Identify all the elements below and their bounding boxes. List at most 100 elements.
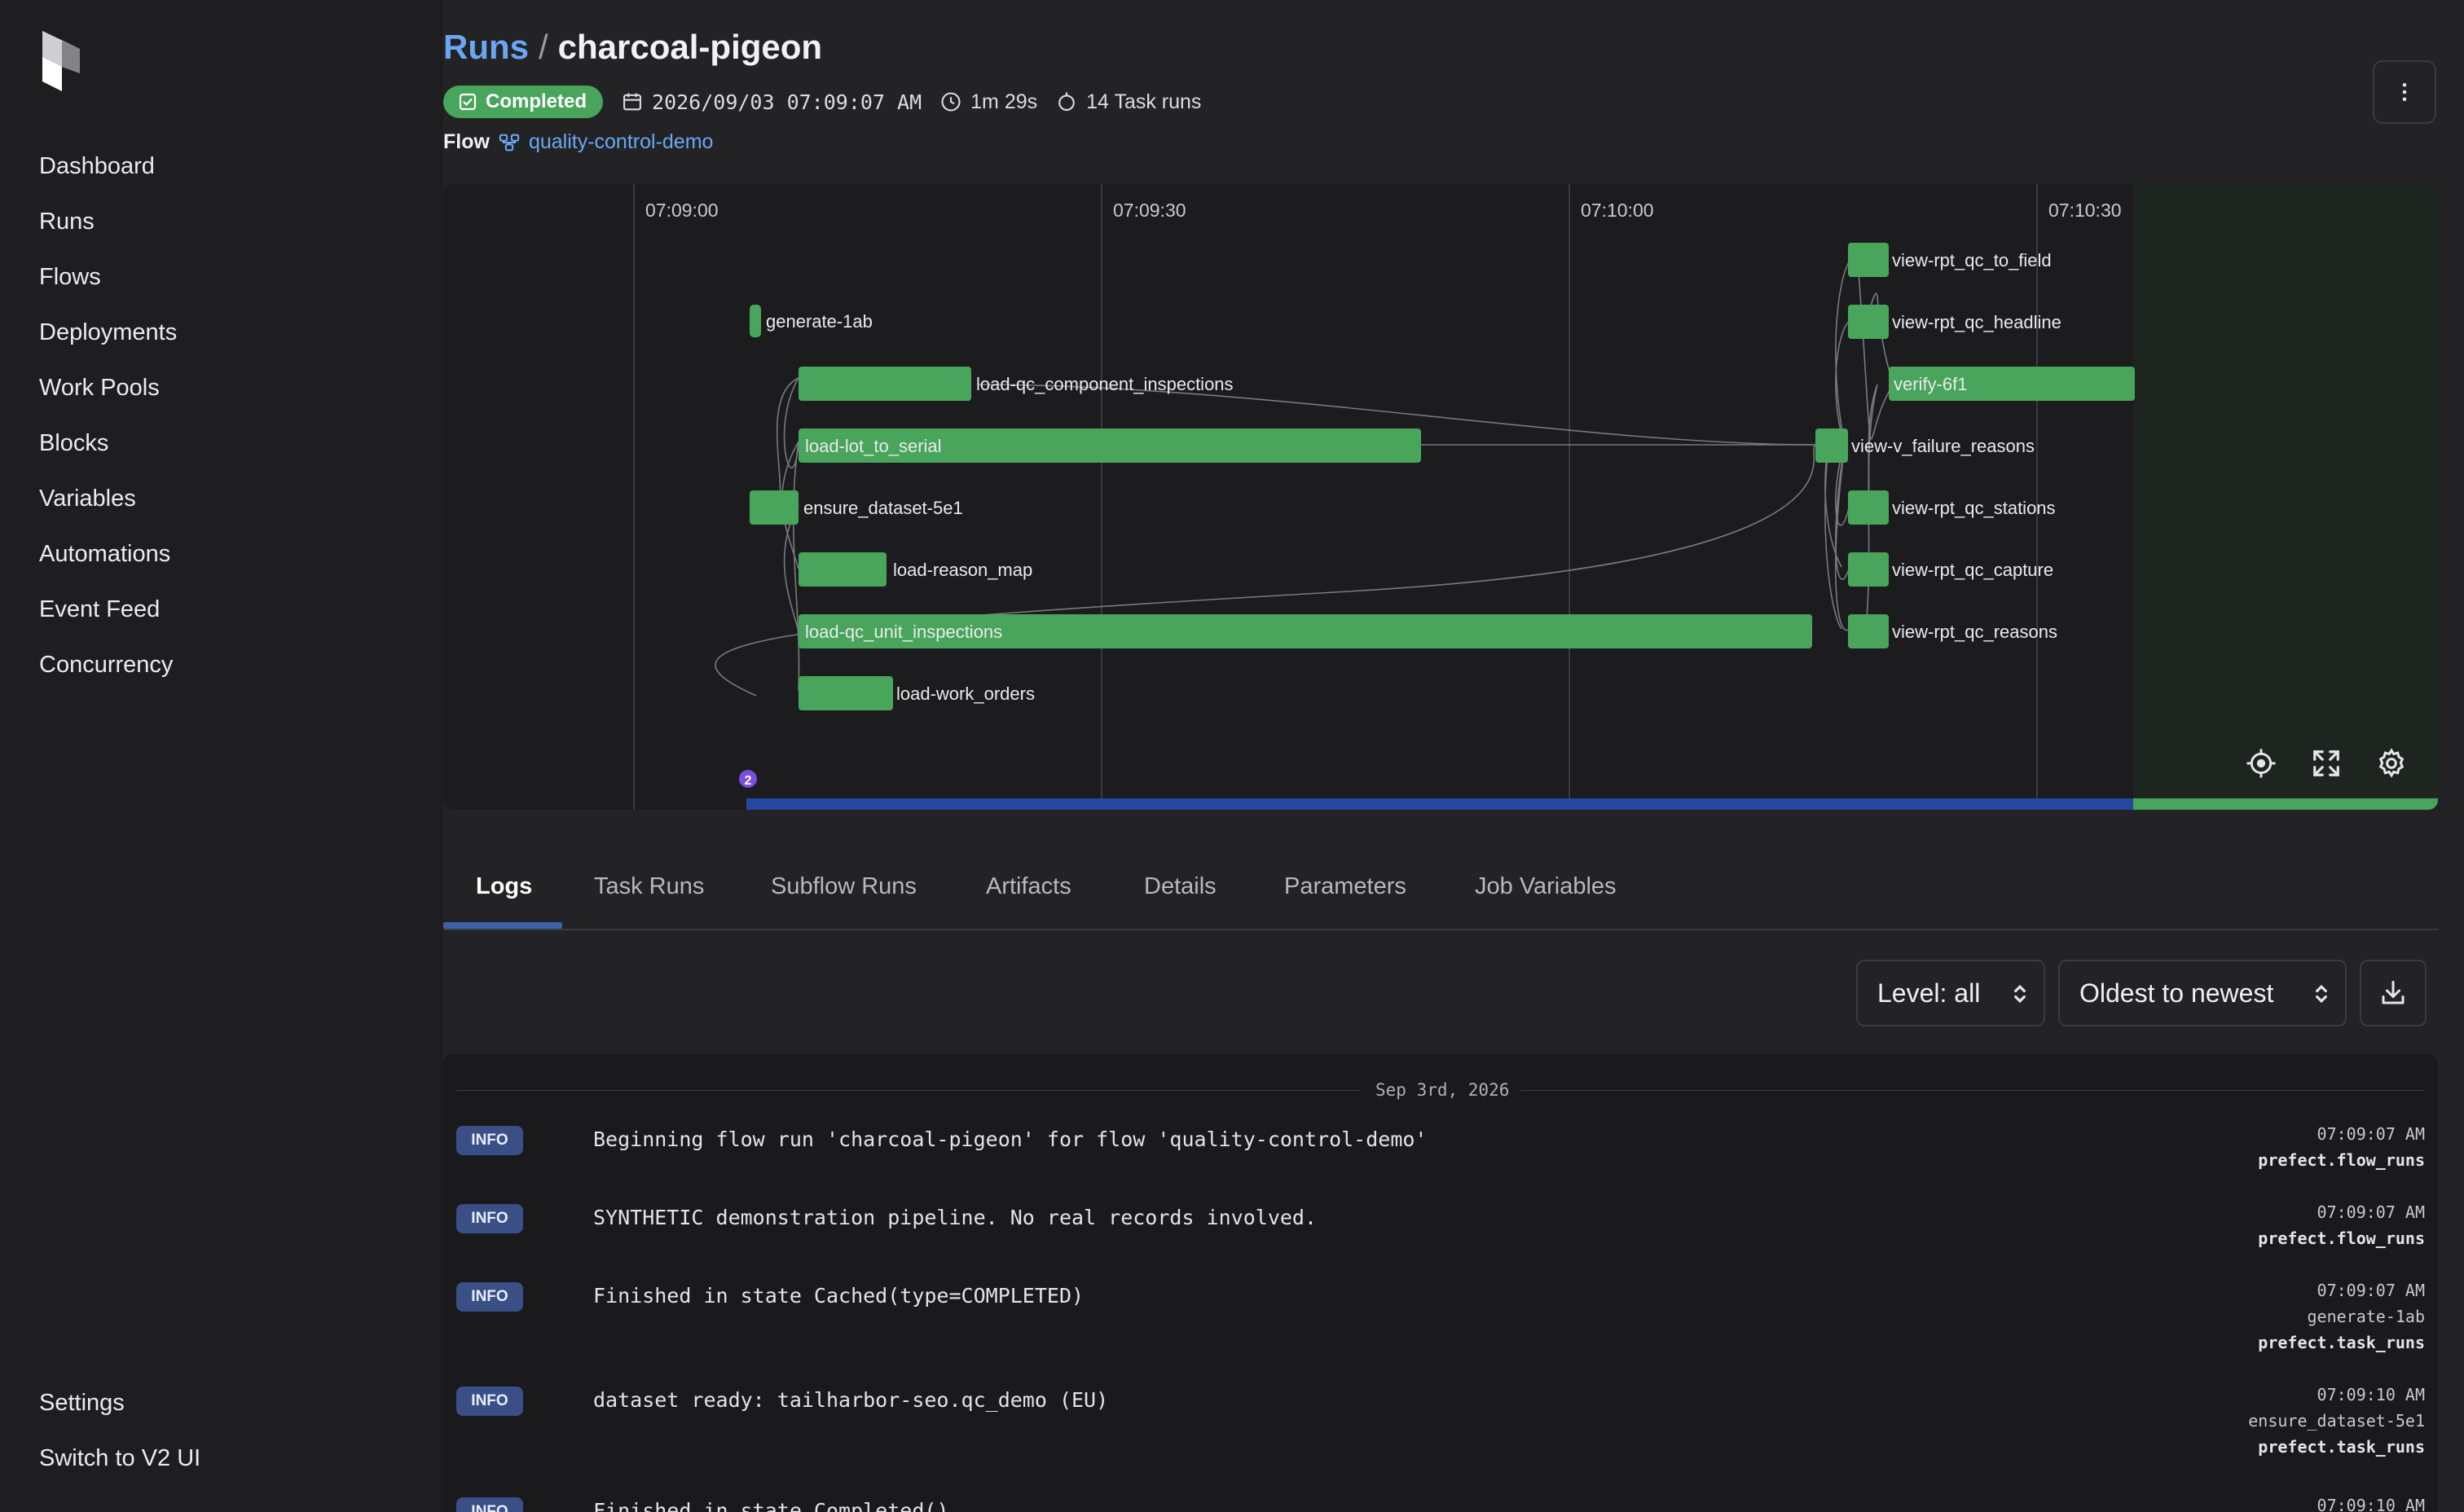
active-tab-indicator xyxy=(443,922,562,929)
log-message: dataset ready: tailharbor-seo.qc_demo (E… xyxy=(593,1388,1109,1412)
run-progress-bar-complete xyxy=(2133,798,2438,810)
start-time: 2026/09/03 07:09:07 AM xyxy=(652,90,922,114)
switch-to-v2-link[interactable]: Switch to V2 UI xyxy=(39,1445,200,1472)
sidebar-item-settings[interactable]: Settings xyxy=(39,1390,125,1417)
log-date-divider: Sep 3rd, 2026 xyxy=(456,1080,2425,1100)
tick-label: 07:10:30 xyxy=(2048,200,2122,221)
tab-task-runs[interactable]: Task Runs xyxy=(594,844,704,929)
tick-label: 07:09:00 xyxy=(645,200,719,221)
log-list: Sep 3rd, 2026 INFO Beginning flow run 'c… xyxy=(443,1054,2438,1512)
sidebar: Dashboard Runs Flows Deployments Work Po… xyxy=(0,0,443,1512)
log-sort-select[interactable]: Oldest to newest xyxy=(2058,960,2347,1026)
tab-parameters[interactable]: Parameters xyxy=(1284,844,1406,929)
tab-subflow-runs[interactable]: Subflow Runs xyxy=(771,844,917,929)
breadcrumb-runs-link[interactable]: Runs xyxy=(443,28,529,66)
chevron-up-down-icon xyxy=(2014,984,2026,1004)
node-label: generate-1ab xyxy=(766,311,873,332)
breadcrumb-separator: / xyxy=(539,28,548,66)
tab-logs[interactable]: Logs xyxy=(476,844,532,929)
run-tabs: Logs Task Runs Subflow Runs Artifacts De… xyxy=(443,844,2438,930)
node-label: view-rpt_qc_to_field xyxy=(1892,250,2052,270)
tick-label: 07:09:30 xyxy=(1113,200,1186,221)
prefect-logo[interactable] xyxy=(39,29,83,93)
node-label: load-qc_unit_inspections xyxy=(805,622,1002,642)
chevron-up-down-icon xyxy=(2316,984,2327,1004)
expand-icon xyxy=(2313,750,2339,776)
node-view-failure-reasons xyxy=(1815,429,1848,463)
run-meta-row: Completed 2026/09/03 07:09:07 AM 1m 29s … xyxy=(443,85,1201,119)
log-message: Finished in state Cached(type=COMPLETED) xyxy=(593,1284,1085,1308)
sidebar-item-event-feed[interactable]: Event Feed xyxy=(39,596,160,623)
sidebar-item-dashboard[interactable]: Dashboard xyxy=(39,153,155,180)
task-run-count: 14 Task runs xyxy=(1086,90,1202,113)
tick-label: 07:10:00 xyxy=(1581,200,1654,221)
node-view-reasons xyxy=(1848,614,1889,648)
log-sort-value: Oldest to newest xyxy=(2079,978,2274,1008)
page-title: charcoal-pigeon xyxy=(557,28,823,66)
download-logs-button[interactable] xyxy=(2360,960,2427,1026)
sidebar-item-deployments[interactable]: Deployments xyxy=(39,319,177,346)
log-time: 07:09:07 AM xyxy=(2317,1124,2425,1144)
tab-job-variables[interactable]: Job Variables xyxy=(1475,844,1617,929)
log-level-badge: INFO xyxy=(456,1126,523,1155)
timeline-settings-button[interactable] xyxy=(2373,745,2410,782)
flow-run-timeline[interactable]: 07:09:00 07:09:30 07:10:00 07:10:30 gene… xyxy=(443,184,2438,810)
node-view-to-field xyxy=(1848,243,1889,277)
log-message: Finished in state Completed() xyxy=(593,1499,949,1512)
sidebar-item-blocks[interactable]: Blocks xyxy=(39,430,108,457)
tab-details[interactable]: Details xyxy=(1144,844,1217,929)
sidebar-item-flows[interactable]: Flows xyxy=(39,264,101,291)
log-level-badge: INFO xyxy=(456,1387,523,1416)
sidebar-item-work-pools[interactable]: Work Pools xyxy=(39,375,160,402)
sidebar-item-runs[interactable]: Runs xyxy=(39,209,95,235)
more-vertical-icon xyxy=(2402,83,2407,101)
tab-artifacts[interactable]: Artifacts xyxy=(986,844,1071,929)
log-message: SYNTHETIC demonstration pipeline. No rea… xyxy=(593,1206,1318,1229)
node-label: view-rpt_qc_reasons xyxy=(1892,622,2057,642)
log-time: 07:09:10 AM xyxy=(2317,1496,2425,1512)
node-label: view-rpt_qc_capture xyxy=(1892,560,2053,580)
download-icon xyxy=(2382,981,2405,1004)
duration: 1m 29s xyxy=(970,90,1038,113)
more-options-button[interactable] xyxy=(2373,60,2436,124)
node-label: verify-6f1 xyxy=(1894,374,1967,394)
log-time: 07:09:10 AM xyxy=(2317,1385,2425,1404)
log-logger: prefect.task_runs xyxy=(2258,1437,2425,1457)
node-label: load-qc_component_inspections xyxy=(976,374,1234,394)
breadcrumb: Runs / charcoal-pigeon xyxy=(443,28,822,67)
node-label: load-lot_to_serial xyxy=(805,436,942,456)
log-message: Beginning flow run 'charcoal-pigeon' for… xyxy=(593,1127,1428,1151)
calendar-icon xyxy=(623,93,641,111)
log-logger: prefect.task_runs xyxy=(2258,1333,2425,1352)
flow-link[interactable]: quality-control-demo xyxy=(529,130,714,154)
state-badge: Completed xyxy=(443,86,604,118)
node-label: view-rpt_qc_stations xyxy=(1892,498,2056,518)
flow-label: Flow xyxy=(443,130,490,153)
flow-icon xyxy=(499,134,520,151)
state-label: Completed xyxy=(486,90,587,112)
node-label: load-reason_map xyxy=(893,560,1032,580)
node-label: view-rpt_qc_headline xyxy=(1892,312,2061,332)
node-label: view-v_failure_reasons xyxy=(1851,436,2035,456)
crosshair-icon xyxy=(2246,749,2276,778)
node-label: load-work_orders xyxy=(896,683,1035,704)
run-progress-bar xyxy=(746,798,2133,810)
center-view-button[interactable] xyxy=(2242,745,2280,782)
sidebar-item-variables[interactable]: Variables xyxy=(39,486,136,512)
log-level-badge: INFO xyxy=(456,1204,523,1233)
log-logger: prefect.flow_runs xyxy=(2258,1228,2425,1248)
fullscreen-button[interactable] xyxy=(2308,745,2345,782)
clock-icon xyxy=(941,92,961,112)
log-task-name: generate-1ab xyxy=(2307,1307,2426,1326)
log-level-badge: INFO xyxy=(456,1497,523,1512)
sidebar-item-automations[interactable]: Automations xyxy=(39,541,170,568)
node-ensure-dataset xyxy=(750,490,799,525)
flow-row: Flow quality-control-demo xyxy=(443,130,713,154)
node-load-reason-map xyxy=(799,552,887,587)
node-generate xyxy=(750,305,761,337)
log-date: Sep 3rd, 2026 xyxy=(1375,1080,1510,1100)
task-run-icon xyxy=(1058,92,1075,111)
log-level-select[interactable]: Level: all xyxy=(1856,960,2045,1026)
sidebar-item-concurrency[interactable]: Concurrency xyxy=(39,652,173,679)
node-label: ensure_dataset-5e1 xyxy=(803,498,963,518)
